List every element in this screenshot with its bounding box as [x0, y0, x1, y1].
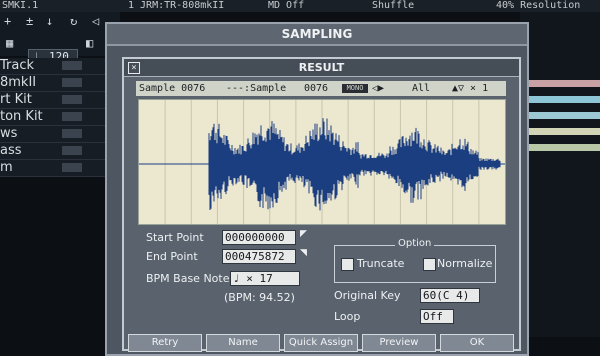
loop-label: Loop [334, 310, 361, 323]
left-toolbar: + ± ↓ ↻ ◁ ▦ ♩ 120 ◧ [0, 12, 120, 66]
result-title: RESULT [124, 59, 519, 77]
mute-button[interactable] [62, 78, 82, 87]
sample-info-bar: Sample 0076 ---:Sample 0076 MONO ◁▶ All … [136, 81, 506, 96]
mode-label[interactable]: All [412, 81, 430, 96]
waveform-display[interactable] [138, 99, 506, 225]
track-row[interactable]: m [0, 160, 110, 177]
close-icon[interactable]: × [128, 62, 140, 74]
waveform-trace [208, 118, 501, 211]
sample-label: Sample 0076 [139, 83, 206, 94]
snap-icon[interactable]: ◧ [86, 36, 93, 50]
marker-icon: ◥ [300, 248, 307, 258]
track-name: m [0, 160, 13, 175]
sample-name[interactable]: ---:Sample [226, 81, 286, 96]
track-name: rt Kit [0, 92, 32, 107]
shuffle-label: Shuffle [372, 0, 415, 11]
mono-badge: MONO [342, 84, 368, 93]
pattern-bar [520, 128, 600, 135]
bpm-base-note-label: BPM Base Note [146, 272, 230, 285]
sampling-title: SAMPLING [107, 24, 527, 46]
pattern-bar [520, 96, 600, 103]
arrow-down-icon[interactable]: ↓ [46, 14, 53, 28]
bpm-base-note-field[interactable]: ♩ × 17 [230, 271, 300, 286]
normalize-checkbox[interactable] [423, 258, 436, 271]
track-row[interactable]: Track [0, 58, 110, 75]
mute-button[interactable] [62, 112, 82, 121]
track-name: 8mkII [0, 75, 37, 90]
md-status: MD Off [268, 0, 305, 11]
bpm-readout: (BPM: 94.52) [224, 291, 295, 304]
track-row[interactable]: ws [0, 126, 110, 143]
pattern-grid [520, 12, 600, 337]
start-point-label: Start Point [146, 231, 204, 244]
prev-next-icon[interactable]: ◁▶ [372, 81, 384, 96]
end-point-label: End Point [146, 250, 198, 263]
mute-button[interactable] [62, 61, 82, 70]
top-status-bar: SMKI.1 1 JRM:TR-808mkII MD Off Shuffle 4… [0, 0, 600, 12]
track-name: ton Kit [0, 109, 43, 124]
track-name: ass [0, 143, 22, 158]
plusminus-icon[interactable]: ± [26, 14, 33, 28]
start-point-field[interactable]: 000000000 [222, 230, 296, 245]
truncate-checkbox[interactable] [341, 258, 354, 271]
pattern-bar [520, 112, 600, 119]
result-dialog: RESULT × Sample 0076 ---:Sample 0076 MON… [122, 57, 521, 352]
sample-number: 0076 [304, 83, 329, 94]
normalize-label: Normalize [437, 257, 493, 270]
original-key-field[interactable]: 60(C 4) [420, 288, 480, 303]
resolution-text: 40% Resolution [496, 0, 581, 11]
top-left-text: SMKI.1 [2, 0, 39, 11]
song-name: 1 JRM:TR-808mkII [128, 0, 225, 11]
grid-icon[interactable]: ▦ [6, 36, 13, 50]
mute-button[interactable] [62, 129, 82, 138]
track-row[interactable]: 8mkII [0, 75, 110, 92]
track-row[interactable]: ton Kit [0, 109, 110, 126]
rewind-icon[interactable]: ◁ [92, 14, 99, 28]
mute-button[interactable] [62, 95, 82, 104]
track-row[interactable]: ass [0, 143, 110, 160]
option-group: Option Truncate Normalize [334, 238, 496, 283]
truncate-label: Truncate [357, 257, 405, 270]
zoom-control[interactable]: ▲▽ × 1 [452, 81, 488, 96]
track-name: ws [0, 126, 18, 141]
pattern-bar [520, 144, 600, 151]
option-title: Option [395, 238, 435, 249]
marker-icon: ◤ [300, 229, 307, 239]
mute-button[interactable] [62, 163, 82, 172]
original-key-label: Original Key [334, 289, 401, 302]
track-row[interactable]: rt Kit [0, 92, 110, 109]
end-point-field[interactable]: 000475872 [222, 249, 296, 264]
pattern-bar [520, 80, 600, 87]
button-row: Retry Name Quick Assign Preview OK [124, 334, 519, 352]
mute-button[interactable] [62, 146, 82, 155]
loop-field[interactable]: Off [420, 309, 454, 324]
track-name: Track [0, 58, 35, 73]
waveform-svg [139, 100, 505, 224]
track-list: Track 8mkII rt Kit ton Kit ws ass m [0, 58, 110, 177]
loop-icon[interactable]: ↻ [70, 14, 77, 28]
plus-icon[interactable]: + [4, 14, 11, 28]
